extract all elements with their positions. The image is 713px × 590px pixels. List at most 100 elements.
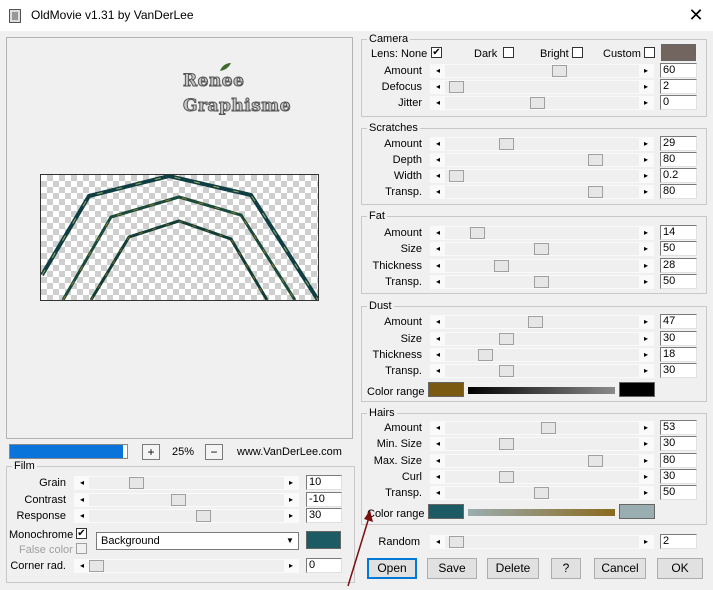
fat-thickness-slider-track[interactable] [445,260,639,272]
scratches-depth-slider[interactable]: ◂ ▸ [430,153,654,167]
fat-amount-value-field[interactable]: 14 [660,225,697,240]
arrow-left-icon[interactable]: ◂ [431,276,445,288]
fat-thickness-slider-thumb[interactable] [494,260,509,272]
scratches-amount-slider[interactable]: ◂ ▸ [430,137,654,151]
website-link[interactable]: www.VanDerLee.com [237,446,342,458]
scratches-transp-slider-thumb[interactable] [588,186,603,198]
save-button[interactable]: Save [427,558,477,579]
fat-size-value-field[interactable]: 50 [660,241,697,256]
arrow-left-icon[interactable]: ◂ [431,422,445,434]
hairs-amount-slider-thumb[interactable] [541,422,556,434]
camera-defocus-slider[interactable]: ◂ ▸ [430,80,654,94]
arrow-right-icon[interactable]: ▸ [639,260,653,272]
film-response-value-field[interactable]: 30 [306,508,342,523]
arrow-left-icon[interactable]: ◂ [75,560,89,572]
arrow-right-icon[interactable]: ▸ [284,560,298,572]
arrow-right-icon[interactable]: ▸ [639,349,653,361]
monochrome-color-swatch[interactable] [306,531,341,549]
zoom-out-button[interactable]: − [205,444,223,460]
fat-amount-slider-thumb[interactable] [470,227,485,239]
arrow-left-icon[interactable]: ◂ [431,349,445,361]
arrow-left-icon[interactable]: ◂ [431,365,445,377]
dust-color-to-swatch[interactable] [619,382,655,397]
random-value-field[interactable]: 2 [660,534,697,549]
ok-button[interactable]: OK [657,558,703,579]
dust-thickness-slider[interactable]: ◂ ▸ [430,348,654,362]
camera-defocus-slider-track[interactable] [445,81,639,93]
film-corner-slider[interactable]: ◂ ▸ [74,559,299,573]
arrow-left-icon[interactable]: ◂ [75,494,89,506]
scratches-amount-value-field[interactable]: 29 [660,136,697,151]
scratches-width-slider-track[interactable] [445,170,639,182]
arrow-left-icon[interactable]: ◂ [431,154,445,166]
arrow-right-icon[interactable]: ▸ [639,422,653,434]
dust-amount-slider-thumb[interactable] [528,316,543,328]
film-response-slider-thumb[interactable] [196,510,211,522]
arrow-left-icon[interactable]: ◂ [431,471,445,483]
fat-size-slider[interactable]: ◂ ▸ [430,242,654,256]
film-contrast-value-field[interactable]: -10 [306,492,342,507]
lens-none-checkbox[interactable]: ✔ [431,47,442,58]
hairs-color-from-swatch[interactable] [428,504,464,519]
film-response-slider-track[interactable] [89,510,284,522]
arrow-left-icon[interactable]: ◂ [431,243,445,255]
bright-checkbox[interactable] [572,47,583,58]
arrow-right-icon[interactable]: ▸ [639,97,653,109]
arrow-left-icon[interactable]: ◂ [431,455,445,467]
custom-checkbox[interactable] [644,47,655,58]
dust-transp-value-field[interactable]: 30 [660,363,697,378]
fat-transp-value-field[interactable]: 50 [660,274,697,289]
camera-amount-value-field[interactable]: 60 [660,63,697,78]
film-response-slider[interactable]: ◂ ▸ [74,509,299,523]
arrow-right-icon[interactable]: ▸ [639,536,653,548]
film-grain-slider[interactable]: ◂ ▸ [74,476,299,490]
camera-amount-slider-track[interactable] [445,65,639,77]
arrow-right-icon[interactable]: ▸ [639,243,653,255]
scratches-width-slider-thumb[interactable] [449,170,464,182]
hairs-transp-value-field[interactable]: 50 [660,485,697,500]
film-contrast-slider[interactable]: ◂ ▸ [74,493,299,507]
scratches-transp-slider-track[interactable] [445,186,639,198]
background-select[interactable]: Background ▼ [96,532,299,550]
hairs-min-size-slider-track[interactable] [445,438,639,450]
arrow-left-icon[interactable]: ◂ [431,227,445,239]
random-slider-track[interactable] [445,536,639,548]
dust-thickness-value-field[interactable]: 18 [660,347,697,362]
scratches-amount-slider-thumb[interactable] [499,138,514,150]
camera-defocus-slider-thumb[interactable] [449,81,464,93]
dust-size-slider-thumb[interactable] [499,333,514,345]
arrow-right-icon[interactable]: ▸ [639,170,653,182]
hairs-max-size-slider[interactable]: ◂ ▸ [430,454,654,468]
hairs-max-size-slider-track[interactable] [445,455,639,467]
hairs-amount-slider[interactable]: ◂ ▸ [430,421,654,435]
delete-button[interactable]: Delete [487,558,539,579]
dust-color-from-swatch[interactable] [428,382,464,397]
hairs-max-size-slider-thumb[interactable] [588,455,603,467]
scratches-transp-value-field[interactable]: 80 [660,184,697,199]
film-grain-slider-track[interactable] [89,477,284,489]
arrow-left-icon[interactable]: ◂ [431,438,445,450]
scratches-width-value-field[interactable]: 0.2 [660,168,697,183]
arrow-right-icon[interactable]: ▸ [639,138,653,150]
scratches-depth-value-field[interactable]: 80 [660,152,697,167]
arrow-left-icon[interactable]: ◂ [431,316,445,328]
hairs-min-size-value-field[interactable]: 30 [660,436,697,451]
fat-size-slider-thumb[interactable] [534,243,549,255]
arrow-right-icon[interactable]: ▸ [639,455,653,467]
arrow-right-icon[interactable]: ▸ [284,510,298,522]
arrow-left-icon[interactable]: ◂ [431,186,445,198]
arrow-left-icon[interactable]: ◂ [431,170,445,182]
scratches-depth-slider-track[interactable] [445,154,639,166]
arrow-right-icon[interactable]: ▸ [639,65,653,77]
scratches-width-slider[interactable]: ◂ ▸ [430,169,654,183]
camera-defocus-value-field[interactable]: 2 [660,79,697,94]
dust-transp-slider-thumb[interactable] [499,365,514,377]
arrow-right-icon[interactable]: ▸ [639,276,653,288]
scratches-amount-slider-track[interactable] [445,138,639,150]
camera-amount-slider[interactable]: ◂ ▸ [430,64,654,78]
dust-size-slider-track[interactable] [445,333,639,345]
arrow-right-icon[interactable]: ▸ [639,438,653,450]
arrow-right-icon[interactable]: ▸ [284,477,298,489]
hairs-min-size-slider-thumb[interactable] [499,438,514,450]
cancel-button[interactable]: Cancel [594,558,646,579]
